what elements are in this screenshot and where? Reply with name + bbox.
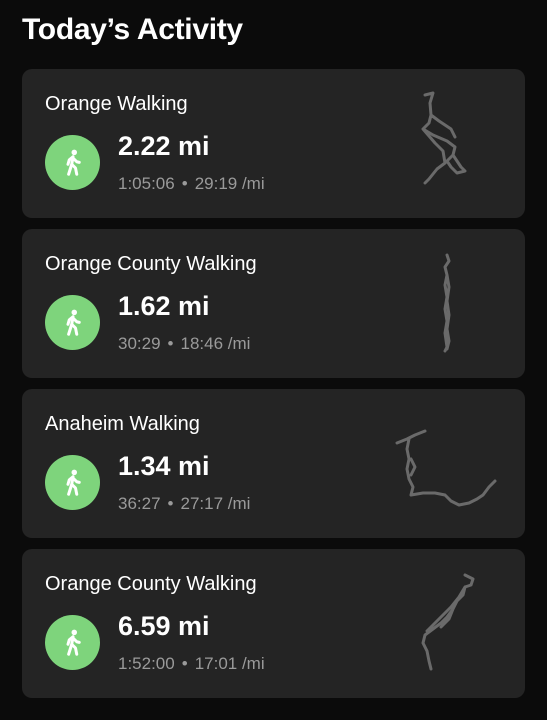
activity-pace: 18:46 /mi — [180, 334, 251, 353]
activity-card[interactable]: Anaheim Walking 1.34 mi 36:27 • 27:17 /mi — [22, 389, 525, 538]
activity-list: Orange Walking 2.22 mi 1:05:06 • 29:19 /mi… — [22, 69, 525, 709]
walking-person-icon — [45, 295, 100, 350]
activity-stats: 36:27 • 27:17 /mi — [118, 493, 250, 515]
activity-stats: 30:29 • 18:46 /mi — [118, 333, 250, 355]
activity-distance: 6.59 mi — [118, 611, 210, 641]
route-map — [421, 573, 475, 671]
stats-separator: • — [181, 174, 188, 193]
activity-title: Orange County Walking — [45, 573, 257, 595]
activity-stats: 1:05:06 • 29:19 /mi — [118, 173, 265, 195]
activity-card[interactable]: Orange Walking 2.22 mi 1:05:06 • 29:19 /mi — [22, 69, 525, 218]
activity-pace: 17:01 /mi — [194, 654, 265, 673]
activity-duration: 1:05:06 — [118, 174, 175, 193]
activity-card[interactable]: Orange County Walking 6.59 mi 1:52:00 • 17… — [22, 549, 525, 698]
stats-separator: • — [181, 654, 188, 673]
activity-card[interactable]: Orange County Walking 1.62 mi 30:29 • 18:4… — [22, 229, 525, 378]
activity-distance: 1.34 mi — [118, 451, 210, 481]
route-map — [395, 429, 497, 507]
activity-pace: 29:19 /mi — [194, 174, 265, 193]
activity-stats: 1:52:00 • 17:01 /mi — [118, 653, 265, 675]
activity-distance: 1.62 mi — [118, 291, 210, 321]
activity-title: Anaheim Walking — [45, 413, 200, 435]
activity-title: Orange Walking — [45, 93, 188, 115]
activity-duration: 36:27 — [118, 494, 161, 513]
activity-pace: 27:17 /mi — [180, 494, 251, 513]
stats-separator: • — [167, 494, 174, 513]
activity-duration: 1:52:00 — [118, 654, 175, 673]
route-map — [421, 91, 467, 185]
page-title: Today’s Activity — [22, 13, 243, 46]
route-map — [443, 253, 451, 353]
walking-person-icon — [45, 135, 100, 190]
activity-title: Orange County Walking — [45, 253, 257, 275]
activity-duration: 30:29 — [118, 334, 161, 353]
stats-separator: • — [167, 334, 174, 353]
activity-distance: 2.22 mi — [118, 131, 210, 161]
walking-person-icon — [45, 615, 100, 670]
walking-person-icon — [45, 455, 100, 510]
